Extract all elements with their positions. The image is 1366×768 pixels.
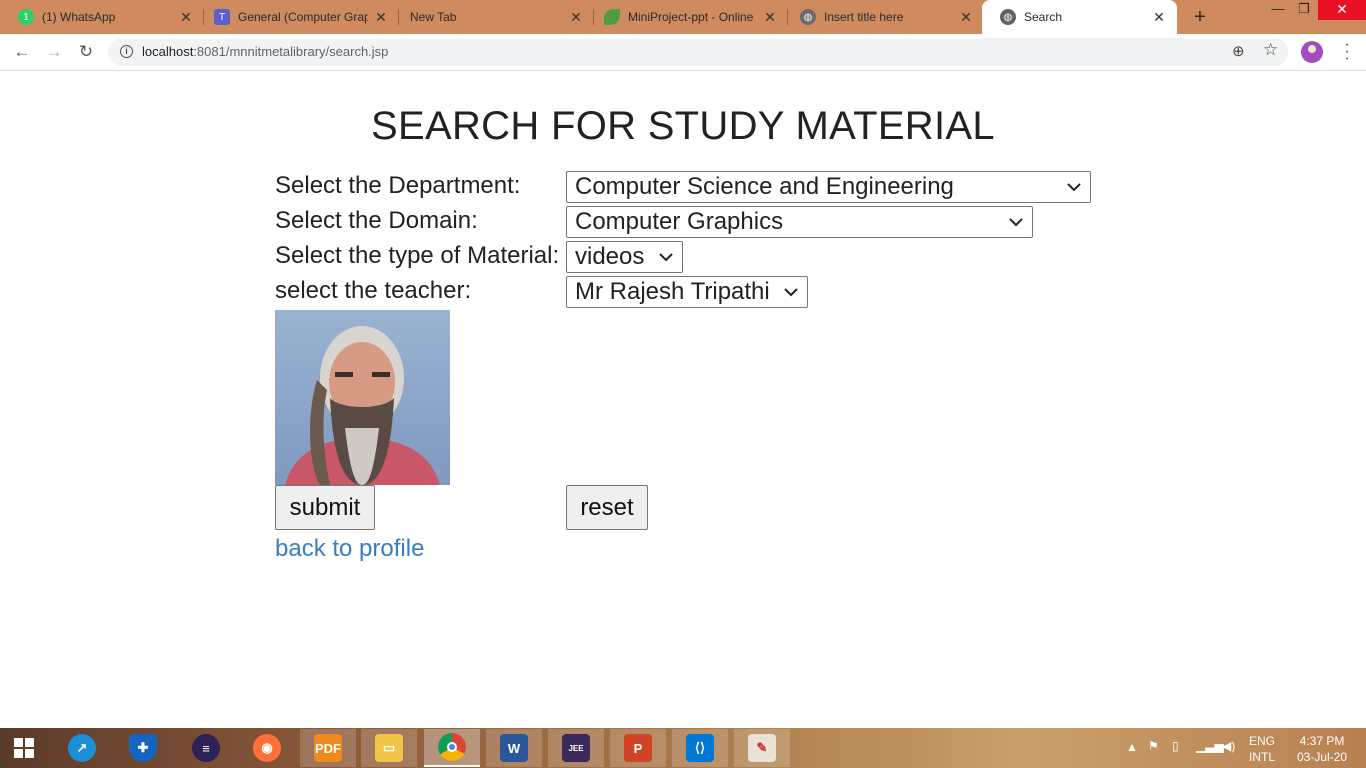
clock-date: 03-Jul-20 [1296, 750, 1348, 764]
reload-icon[interactable]: ↻ [74, 41, 98, 63]
tab-new-tab[interactable]: New Tab ✕ [392, 0, 594, 34]
tab-title: MiniProject-ppt - Online [628, 10, 754, 24]
teacher-portrait-image [275, 310, 450, 485]
browser-toolbar: ← → ↻ i localhost:8081/mnnitmetalibrary/… [0, 34, 1366, 71]
new-tab-button[interactable]: + [1189, 6, 1211, 29]
start-icon [14, 738, 34, 758]
close-icon[interactable]: ✕ [373, 9, 389, 26]
close-icon[interactable]: ✕ [958, 9, 974, 26]
submit-button[interactable]: submit [275, 485, 375, 530]
teacher-select-value: Mr Rajesh Tripathi [575, 278, 770, 305]
minimize-button[interactable]: — [1266, 0, 1290, 20]
chrome-icon [438, 733, 466, 761]
taskbar-pdf[interactable]: PDF [300, 729, 356, 767]
tab-teams[interactable]: T General (Computer Grap ✕ [196, 0, 399, 34]
info-icon[interactable]: i [120, 45, 133, 58]
taskbar-chrome[interactable] [424, 729, 480, 767]
chevron-down-icon [1067, 183, 1081, 192]
volume-icon[interactable]: ◀) [1222, 739, 1235, 755]
network-icon[interactable]: ⚑ [1148, 739, 1159, 755]
material-select-value: videos [575, 243, 645, 270]
taskbar-firefox[interactable]: ◉ [239, 729, 295, 767]
domain-select-value: Computer Graphics [575, 208, 784, 235]
taskbar-paint[interactable]: ✎ [734, 729, 790, 767]
file-explorer-icon: ▭ [375, 734, 403, 762]
domain-select[interactable]: Computer Graphics [566, 206, 1033, 238]
taskbar-word[interactable]: W [486, 729, 542, 767]
tab-insert-title[interactable]: ◍ Insert title here ✕ [782, 0, 984, 34]
tab-title: Search [1024, 10, 1063, 24]
address-bar[interactable]: i localhost:8081/mnnitmetalibrary/search… [108, 38, 1288, 66]
forward-arrow-icon[interactable]: → [42, 41, 66, 63]
close-icon[interactable]: ✕ [568, 9, 584, 26]
eclipse-icon: ≡ [192, 734, 220, 762]
tab-overleaf[interactable]: MiniProject-ppt - Online ✕ [586, 0, 788, 34]
taskbar-vscode[interactable]: ⟨⟩ [672, 729, 728, 767]
material-select[interactable]: videos [566, 241, 683, 273]
globe-icon: ◍ [800, 9, 816, 25]
start-button[interactable] [0, 729, 48, 767]
paint-icon: ✎ [748, 734, 776, 762]
taskbar-java-ide[interactable]: JEE [548, 729, 604, 767]
more-menu-icon[interactable]: · · · [1342, 37, 1352, 67]
connection-icon: ↗ [68, 734, 96, 762]
battery-icon[interactable]: ▯ [1172, 739, 1179, 755]
taskbar-explorer[interactable]: ▭ [361, 729, 417, 767]
profile-avatar[interactable] [1301, 41, 1323, 63]
url-text[interactable]: localhost:8081/mnnitmetalibrary/search.j… [142, 44, 388, 59]
back-arrow-icon[interactable]: ← [10, 41, 34, 63]
chevron-down-icon [1009, 218, 1023, 227]
system-clock[interactable]: 4:37 PM 03-Jul-20 [1290, 733, 1354, 765]
word-icon: W [500, 734, 528, 762]
department-label: Select the Department: [275, 172, 521, 199]
vscode-icon: ⟨⟩ [686, 734, 714, 762]
tab-strip: 1 (1) WhatsApp ✕ T General (Computer Gra… [0, 0, 1366, 34]
taskbar-powerpoint[interactable]: P [610, 729, 666, 767]
close-icon[interactable]: ✕ [1151, 9, 1167, 26]
domain-label: Select the Domain: [275, 207, 478, 234]
tab-title: General (Computer Grap [238, 10, 368, 24]
windows-taskbar: ↗ ✚ ≡ ◉ PDF ▭ W JEE P ⟨⟩ ✎ [0, 728, 1366, 768]
security-shield-icon: ✚ [129, 734, 157, 762]
overleaf-icon [604, 9, 620, 25]
tray-overflow-icon[interactable]: ▲ [1126, 740, 1138, 754]
firefox-icon: ◉ [253, 734, 281, 762]
department-select-value: Computer Science and Engineering [575, 173, 954, 200]
whatsapp-icon: 1 [18, 9, 34, 25]
teacher-select[interactable]: Mr Rajesh Tripathi [566, 276, 808, 308]
teams-icon: T [214, 9, 230, 25]
tab-whatsapp[interactable]: 1 (1) WhatsApp ✕ [0, 0, 204, 34]
zoom-icon[interactable]: ⊕ [1232, 42, 1245, 60]
tab-title: Insert title here [824, 10, 904, 24]
reset-button[interactable]: reset [566, 485, 648, 530]
globe-icon: ◍ [1000, 9, 1016, 25]
taskbar-security[interactable]: ✚ [115, 729, 171, 767]
department-select[interactable]: Computer Science and Engineering [566, 171, 1091, 203]
taskbar-eclipse[interactable]: ≡ [178, 729, 234, 767]
window-close-button[interactable]: ✕ [1318, 0, 1366, 20]
tab-search[interactable]: ◍ Search ✕ [982, 0, 1177, 34]
java-ee-ide-icon: JEE [562, 734, 590, 762]
chevron-down-icon [784, 288, 798, 297]
wifi-icon[interactable]: ▁▃▅ [1196, 739, 1224, 755]
clock-time: 4:37 PM [1299, 734, 1345, 748]
back-to-profile-link[interactable]: back to profile [275, 535, 424, 563]
teacher-label: select the teacher: [275, 277, 472, 304]
bookmark-star-icon[interactable]: ☆ [1263, 40, 1278, 60]
powerpoint-icon: P [624, 734, 652, 762]
taskbar-connection[interactable]: ↗ [54, 729, 110, 767]
chevron-down-icon [659, 253, 673, 262]
tab-title: New Tab [410, 10, 457, 24]
material-label: Select the type of Material: [275, 242, 560, 269]
pdf-reader-icon: PDF [314, 734, 342, 762]
tab-title: (1) WhatsApp [42, 10, 116, 24]
input-language[interactable]: ENG INTL [1247, 733, 1277, 765]
restore-button[interactable]: ❐ [1292, 0, 1316, 20]
teacher-photo [275, 310, 450, 485]
close-icon[interactable]: ✕ [178, 9, 194, 26]
page-title: SEARCH FOR STUDY MATERIAL [371, 104, 995, 148]
close-icon[interactable]: ✕ [762, 9, 778, 26]
